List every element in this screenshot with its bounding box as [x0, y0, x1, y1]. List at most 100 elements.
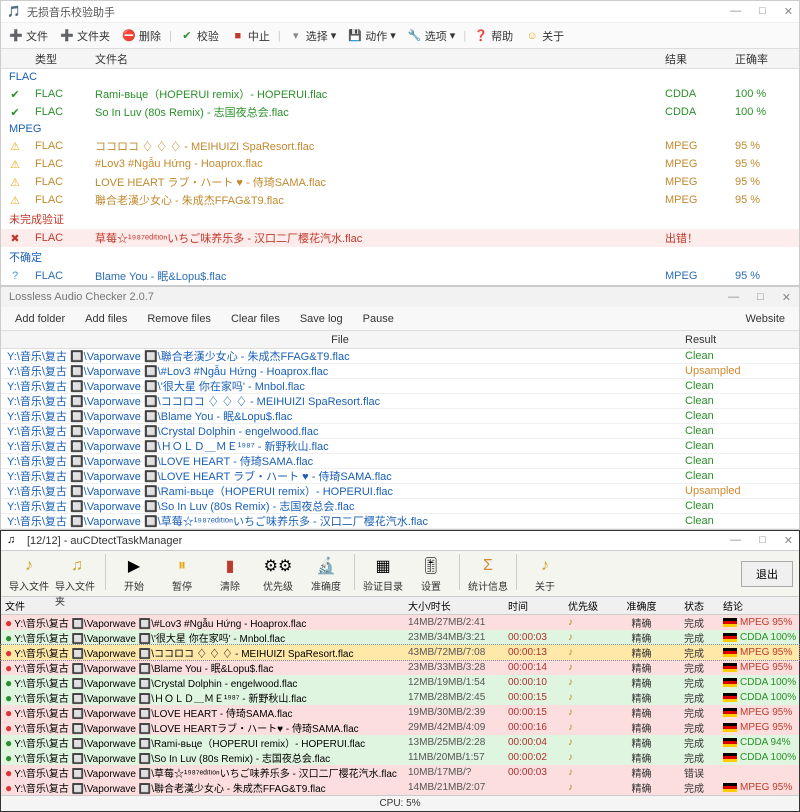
- table-row[interactable]: Y:\音乐\复古 🔲\Vaporwave 🔲\Blame You - 眠&Lop…: [1, 409, 799, 424]
- table-row[interactable]: ● Y:\音乐\复古 🔲\Vaporwave 🔲\Blame You - 眠&L…: [1, 660, 799, 675]
- stop-button[interactable]: ■中止: [227, 26, 274, 46]
- flag-icon: [723, 738, 737, 747]
- add-files-button[interactable]: Add files: [77, 311, 135, 327]
- table-row[interactable]: Y:\音乐\复古 🔲\Vaporwave 🔲\Crystal Dolphin -…: [1, 424, 799, 439]
- header-size[interactable]: 大小/时长: [404, 598, 504, 613]
- header-conclusion[interactable]: 结论: [719, 598, 799, 613]
- select-button[interactable]: ▾选择▾: [285, 26, 341, 46]
- table-row[interactable]: ● Y:\音乐\复古 🔲\Vaporwave 🔲\草莓☆¹⁹⁸⁷ᵉᵈᶦᵗᶦᵒⁿい…: [1, 765, 799, 780]
- stats-button[interactable]: Σ统计信息: [466, 554, 510, 593]
- help-button[interactable]: ❓帮助: [470, 26, 517, 46]
- remove-files-button[interactable]: Remove files: [139, 311, 219, 327]
- table-row[interactable]: Y:\音乐\复古 🔲\Vaporwave 🔲\'很大星 你在家吗' - Mnbo…: [1, 379, 799, 394]
- chevron-down-icon: ▾: [450, 29, 456, 42]
- cell-accuracy: 精确: [614, 765, 669, 780]
- flag-icon: [723, 693, 737, 702]
- table-row[interactable]: Y:\音乐\复古 🔲\Vaporwave 🔲\草莓☆¹⁹⁸⁷ᵉᵈᶦᵗᶦᵒⁿいちご…: [1, 514, 799, 529]
- options-button[interactable]: 🔧选项▾: [404, 26, 460, 46]
- section-flac: FLAC: [1, 69, 799, 85]
- table-row[interactable]: Y:\音乐\复古 🔲\Vaporwave 🔲\ココロコ ♢ ♢ ♢ - MEIH…: [1, 394, 799, 409]
- folder-button[interactable]: ➕文件夹: [56, 26, 114, 46]
- website-link[interactable]: Website: [737, 311, 793, 327]
- cell-size: 14MB/21MB/2:07: [404, 782, 504, 793]
- header-priority[interactable]: 优先级: [564, 598, 614, 613]
- import-file-button[interactable]: ♪导入文件: [7, 554, 51, 593]
- table-row[interactable]: Y:\音乐\复古 🔲\Vaporwave 🔲\聯合老漢少女心 - 朱成杰FFAG…: [1, 349, 799, 364]
- header-result[interactable]: Result: [679, 334, 799, 346]
- save-log-button[interactable]: Save log: [292, 311, 351, 327]
- about-button[interactable]: ☺关于: [521, 26, 568, 46]
- table-row[interactable]: ● Y:\音乐\复古 🔲\Vaporwave 🔲\#Lov3 #Ngẫu Hứn…: [1, 615, 799, 630]
- header-type[interactable]: 类型: [29, 51, 89, 67]
- settings-button[interactable]: 🎚设置: [409, 554, 453, 593]
- verify-button[interactable]: ✔校验: [176, 26, 223, 46]
- header-rate[interactable]: 正确率: [729, 51, 799, 67]
- cell-status: 完成: [669, 735, 719, 750]
- header-accuracy[interactable]: 准确度: [614, 598, 669, 613]
- cell-accuracy: 精确: [614, 780, 669, 795]
- pause-button[interactable]: ⏸暂停: [160, 554, 204, 593]
- table-row[interactable]: ● Y:\音乐\复古 🔲\Vaporwave 🔲\LOVE HEART - 侍琦…: [1, 705, 799, 720]
- maximize-button[interactable]: □: [759, 534, 766, 547]
- start-button[interactable]: ▶开始: [112, 554, 156, 593]
- verify-dir-button[interactable]: ▦验证目录: [361, 554, 405, 593]
- file-button[interactable]: ➕文件: [5, 26, 52, 46]
- exit-button[interactable]: 退出: [741, 561, 793, 587]
- table-row[interactable]: ● Y:\音乐\复古 🔲\Vaporwave 🔲\So In Luv (80s …: [1, 750, 799, 765]
- flag-icon: [723, 633, 737, 642]
- audio-icon: ♪: [568, 662, 573, 673]
- maximize-button[interactable]: □: [757, 291, 764, 304]
- table-row[interactable]: ⚠FLACココロコ ♢ ♢ ♢ - MEIHUIZI SpaResort.fla…: [1, 137, 799, 155]
- table-row[interactable]: Y:\音乐\复古 🔲\Vaporwave 🔲\LOVE HEART - 侍琦SA…: [1, 454, 799, 469]
- header-time[interactable]: 时间: [504, 598, 564, 613]
- table-row[interactable]: Y:\音乐\复古 🔲\Vaporwave 🔲\So In Luv (80s Re…: [1, 499, 799, 514]
- header-status[interactable]: 状态: [669, 598, 719, 613]
- table-row[interactable]: ⚠FLAC#Lov3 #Ngẫu Hứng - Hoaprox.flacMPEG…: [1, 155, 799, 173]
- header-name[interactable]: 文件名: [89, 51, 659, 67]
- table-row[interactable]: ● Y:\音乐\复古 🔲\Vaporwave 🔲\ココロコ ♢ ♢ ♢ - ME…: [1, 645, 799, 660]
- accuracy-button[interactable]: 🔬准确度: [304, 554, 348, 593]
- action-button[interactable]: 💾动作▾: [344, 26, 400, 46]
- about-button[interactable]: ♪关于: [523, 554, 567, 593]
- table-row[interactable]: ● Y:\音乐\复古 🔲\Vaporwave 🔲\LOVE HEARTラブ・ハー…: [1, 720, 799, 735]
- header-file[interactable]: 文件: [1, 598, 404, 613]
- add-folder-button[interactable]: Add folder: [7, 311, 73, 327]
- table-row[interactable]: ✔FLACRami-вьце（HOPERUI remix）- HOPERUI.f…: [1, 85, 799, 103]
- header-file[interactable]: File: [1, 334, 679, 346]
- table-row[interactable]: Y:\音乐\复古 🔲\Vaporwave 🔲\#Lov3 #Ngẫu Hứng …: [1, 364, 799, 379]
- clear-button[interactable]: ▮清除: [208, 554, 252, 593]
- table-row[interactable]: ✖FLAC草莓☆¹⁹⁸⁷ᵉᵈᶦᵗᶦᵒⁿいちご味养乐多 - 汉口二厂樱花汽水.fl…: [1, 229, 799, 247]
- cell-rate: 95 %: [729, 140, 799, 152]
- minimize-button[interactable]: —: [730, 5, 741, 18]
- maximize-button[interactable]: □: [759, 5, 766, 18]
- cell-file: ● Y:\音乐\复古 🔲\Vaporwave 🔲\LOVE HEARTラブ・ハー…: [1, 720, 404, 735]
- close-button[interactable]: ✕: [782, 291, 791, 304]
- table-row[interactable]: Y:\音乐\复古 🔲\Vaporwave 🔲\Rami-вьце（HOPERUI…: [1, 484, 799, 499]
- minimize-button[interactable]: —: [730, 534, 741, 547]
- priority-button[interactable]: ⚙⚙优先级: [256, 554, 300, 593]
- table-row[interactable]: ?FLACBlame You - 眠&Lopu$.flacMPEG95 %: [1, 267, 799, 285]
- titlebar[interactable]: ♫ [12/12] - auCDtectTaskManager — □ ✕: [1, 531, 799, 551]
- pause-button[interactable]: Pause: [355, 311, 402, 327]
- table-row[interactable]: ⚠FLACLOVE HEART ラブ・ハート ♥ - 侍琦SAMA.flacMP…: [1, 173, 799, 191]
- cell-conclusion: CDDA 94%: [719, 737, 799, 748]
- table-row[interactable]: ● Y:\音乐\复古 🔲\Vaporwave 🔲\ＨＯＬＤ＿ＭＥ¹⁹⁸⁷ - 新…: [1, 690, 799, 705]
- clear-files-button[interactable]: Clear files: [223, 311, 288, 327]
- table-row[interactable]: ● Y:\音乐\复古 🔲\Vaporwave 🔲\'很大星 你在家吗' - Mn…: [1, 630, 799, 645]
- table-row[interactable]: ✔FLACSo In Luv (80s Remix) - 志国夜总会.flacC…: [1, 103, 799, 121]
- minimize-button[interactable]: —: [728, 291, 739, 304]
- delete-button[interactable]: ⛔删除: [118, 26, 165, 46]
- titlebar[interactable]: 🎵 无损音乐校验助手 — □ ✕: [1, 1, 799, 23]
- table-row[interactable]: Y:\音乐\复古 🔲\Vaporwave 🔲\LOVE HEART ラブ・ハート…: [1, 469, 799, 484]
- cell-conclusion: MPEG 95%: [719, 647, 799, 658]
- wrench-icon: 🔧: [408, 29, 422, 43]
- table-row[interactable]: ⚠FLAC聯合老漢少女心 - 朱成杰FFAG&T9.flacMPEG95 %: [1, 191, 799, 209]
- table-row[interactable]: ● Y:\音乐\复古 🔲\Vaporwave 🔲\Crystal Dolphin…: [1, 675, 799, 690]
- close-button[interactable]: ✕: [784, 5, 793, 18]
- titlebar[interactable]: Lossless Audio Checker 2.0.7 — □ ✕: [1, 287, 799, 307]
- table-row[interactable]: Y:\音乐\复古 🔲\Vaporwave 🔲\ＨＯＬＤ＿ＭＥ¹⁹⁸⁷ - 新野秋…: [1, 439, 799, 454]
- close-button[interactable]: ✕: [784, 534, 793, 547]
- table-row[interactable]: ● Y:\音乐\复古 🔲\Vaporwave 🔲\聯合老漢少女心 - 朱成杰FF…: [1, 780, 799, 795]
- header-result[interactable]: 结果: [659, 51, 729, 67]
- table-row[interactable]: ● Y:\音乐\复古 🔲\Vaporwave 🔲\Rami-вьце（HOPER…: [1, 735, 799, 750]
